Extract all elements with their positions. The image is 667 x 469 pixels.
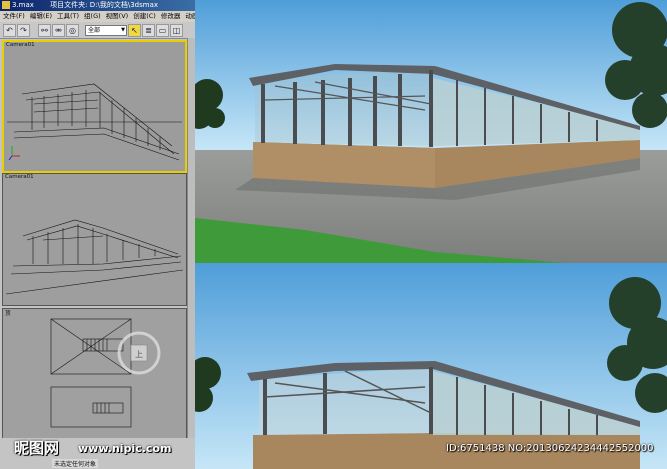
menu-bar: 文件(F) 编辑(E) 工具(T) 组(G) 视图(V) 创建(C) 修改器动画 bbox=[0, 11, 195, 22]
chevron-down-icon: ▼ bbox=[121, 27, 125, 33]
app-window: 3.max 项目文件夹: D:\我的文档\3dsmax 文件(F) 编辑(E) 工具… bbox=[0, 0, 195, 469]
select-by-name-icon[interactable]: ≣ bbox=[142, 24, 155, 37]
menu-edit[interactable]: 编辑(E) bbox=[30, 12, 52, 20]
render-top-scene bbox=[195, 0, 667, 263]
selection-filter-value: 全部 bbox=[88, 27, 101, 34]
menu-views[interactable]: 视图(V) bbox=[106, 12, 129, 20]
app-icon bbox=[2, 1, 10, 9]
file-name: 3.max bbox=[12, 1, 34, 9]
render-bottom-scene bbox=[195, 263, 667, 469]
region-select-icon[interactable]: ▭ bbox=[156, 24, 169, 37]
command-panel-edge bbox=[187, 38, 195, 438]
link-icon[interactable]: ⚯ bbox=[38, 24, 51, 37]
watermark-url: www.nipic.com bbox=[78, 442, 172, 455]
viewport-label: Camera01 bbox=[5, 174, 34, 180]
menu-group[interactable]: 组(G) bbox=[84, 12, 101, 20]
wireframe-building-camera-2 bbox=[3, 174, 186, 305]
unlink-icon[interactable]: ⚮ bbox=[52, 24, 65, 37]
menu-create[interactable]: 创建(C) bbox=[133, 12, 156, 20]
watermark-image-id: ID:6751438 NO:20130624234442552000 bbox=[446, 443, 654, 454]
menu-file[interactable]: 文件(F) bbox=[3, 12, 25, 20]
wireframe-top-view bbox=[3, 309, 186, 439]
menu-modifiers[interactable]: 修改器 bbox=[161, 12, 181, 20]
menu-animation[interactable]: 动画 bbox=[185, 12, 195, 20]
viewport-camera-2[interactable]: Camera01 bbox=[2, 173, 187, 306]
render-bottom bbox=[195, 263, 667, 469]
window-crossing-icon[interactable]: ◫ bbox=[170, 24, 183, 37]
project-label: 项目文件夹: bbox=[50, 1, 88, 9]
render-top bbox=[195, 0, 667, 263]
viewport-label: Camera01 bbox=[6, 42, 35, 48]
menu-tools[interactable]: 工具(T) bbox=[57, 12, 79, 20]
viewport-label: 顶 bbox=[5, 311, 11, 317]
select-object-icon[interactable]: ↖ bbox=[128, 24, 141, 37]
wireframe-building-camera-1 bbox=[4, 42, 185, 171]
status-message: 未选定任何对象 bbox=[52, 459, 99, 468]
watermark-site-name: 昵图网 bbox=[14, 439, 60, 457]
title-bar: 3.max 项目文件夹: D:\我的文档\3dsmax bbox=[0, 0, 195, 11]
bind-space-warp-icon[interactable]: ◎ bbox=[66, 24, 79, 37]
viewport-top[interactable]: 顶 上 bbox=[2, 308, 187, 440]
redo-icon[interactable]: ↷ bbox=[17, 24, 30, 37]
project-path: D:\我的文档\3dsmax bbox=[89, 1, 159, 9]
selection-filter-dropdown[interactable]: 全部 ▼ bbox=[85, 25, 127, 36]
view-cube-icon[interactable]: 上 bbox=[135, 349, 143, 360]
viewport-camera-1[interactable]: Camera01 bbox=[2, 40, 187, 173]
main-toolbar: ↶ ↷ ⚯ ⚮ ◎ 全部 ▼ ↖ ≣ ▭ ◫ bbox=[0, 22, 195, 39]
undo-icon[interactable]: ↶ bbox=[3, 24, 16, 37]
